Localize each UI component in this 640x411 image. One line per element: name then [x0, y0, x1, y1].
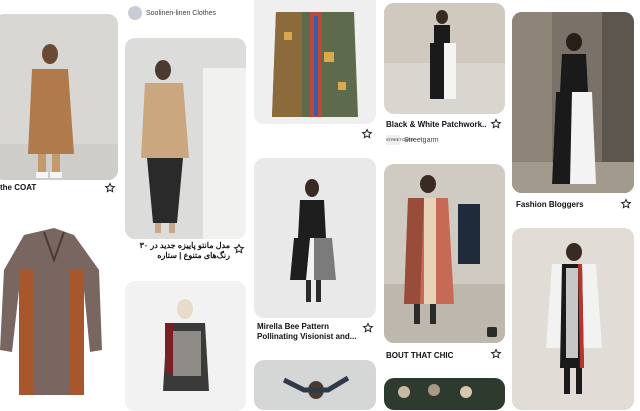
star-outline-icon[interactable]: [490, 348, 502, 360]
pin-image[interactable]: [125, 38, 246, 239]
pin-image[interactable]: [254, 0, 376, 124]
star-outline-icon[interactable]: [620, 198, 632, 210]
source-avatar: [128, 6, 142, 20]
star-outline-icon[interactable]: [362, 322, 374, 334]
star-outline-icon[interactable]: [233, 243, 245, 255]
star-outline-icon[interactable]: [361, 128, 373, 140]
source-name: Streetgarm: [404, 136, 439, 144]
square-badge-icon[interactable]: [487, 327, 497, 337]
pin-title[interactable]: Black & White Patchwork...: [386, 120, 486, 130]
pin-image[interactable]: [384, 164, 505, 343]
pin-image[interactable]: [0, 14, 118, 180]
pin-title[interactable]: Mirella Bee Pattern Pollinating Visionis…: [257, 322, 357, 342]
source-name: Soolinen-linen Clothes: [146, 9, 217, 17]
pin-image[interactable]: [125, 281, 246, 411]
pin-image[interactable]: [254, 360, 376, 410]
pin-title[interactable]: مدل مانتو پاییزه جدید در ۳۰ رنگ‌های متنو…: [126, 241, 230, 261]
source-logo: STREETGARM: [386, 135, 414, 145]
pin-title[interactable]: Fashion Bloggers: [516, 200, 606, 210]
star-outline-icon[interactable]: [104, 182, 116, 194]
pin-title[interactable]: BOUT THAT CHIC: [386, 351, 476, 361]
pin-source[interactable]: Soolinen-linen Clothes: [128, 6, 216, 20]
pin-image[interactable]: [384, 3, 505, 114]
pin-source[interactable]: STREETGARM Streetgarm: [386, 135, 439, 145]
pin-title[interactable]: the COAT: [0, 183, 95, 193]
star-outline-icon[interactable]: [490, 118, 502, 130]
pin-image[interactable]: [512, 228, 634, 410]
pin-image[interactable]: [254, 158, 376, 318]
pin-image[interactable]: [0, 210, 118, 406]
pin-image[interactable]: [512, 12, 634, 193]
pin-image[interactable]: [384, 378, 505, 410]
